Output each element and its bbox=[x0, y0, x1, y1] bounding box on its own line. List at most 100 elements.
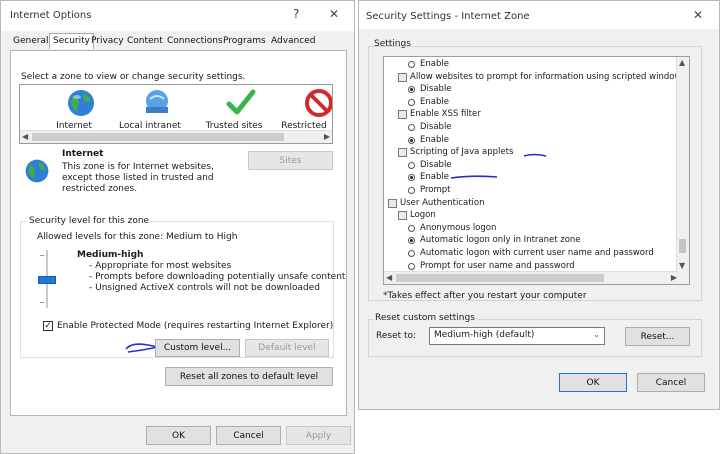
tab-advanced[interactable]: Advanced bbox=[271, 36, 315, 46]
scroll-thumb[interactable] bbox=[396, 274, 604, 282]
settings-vertical-scrollbar[interactable]: ▲ ▼ bbox=[676, 57, 689, 284]
title-bar: Security Settings - Internet Zone ✕ bbox=[359, 1, 719, 29]
radio-button[interactable] bbox=[408, 86, 415, 94]
window-title: Security Settings - Internet Zone bbox=[366, 11, 530, 22]
scroll-left-icon[interactable]: ◀ bbox=[22, 132, 28, 141]
checkmark-icon: ✓ bbox=[44, 321, 52, 331]
protected-mode-checkbox[interactable]: ✓ bbox=[43, 321, 53, 331]
radio-button[interactable] bbox=[408, 61, 415, 68]
radio-button[interactable] bbox=[408, 174, 415, 182]
settings-item-label: Anonymous logon bbox=[420, 222, 497, 233]
settings-item-label: Automatic logon with current user name a… bbox=[420, 248, 654, 258]
pen-underline-annotation bbox=[523, 153, 547, 157]
cancel-button[interactable]: Cancel bbox=[216, 426, 281, 445]
radio-button[interactable] bbox=[408, 224, 415, 232]
restricted-icon bbox=[305, 89, 332, 117]
security-settings-window: Security Settings - Internet Zone ✕ Sett… bbox=[358, 0, 720, 410]
zone-local-intranet[interactable]: Local intranet bbox=[119, 87, 181, 131]
settings-item-label: User Authentication bbox=[400, 197, 485, 208]
settings-item-label: Automatic logon only in Intranet zone bbox=[420, 235, 581, 246]
reset-to-select[interactable]: Medium-high (default) ⌄ bbox=[429, 327, 605, 345]
zone-trusted-sites[interactable]: Trusted sites bbox=[204, 87, 264, 131]
chevron-down-icon: ⌄ bbox=[593, 330, 600, 339]
custom-level-button[interactable]: Custom level... bbox=[155, 339, 240, 357]
restart-note: *Takes effect after you restart your com… bbox=[383, 291, 587, 301]
title-bar: Internet Options ? ✕ bbox=[1, 1, 354, 31]
allowed-levels-text: Allowed levels for this zone: Medium to … bbox=[37, 232, 238, 242]
zone-restricted[interactable]: Restricted bbox=[281, 87, 332, 131]
settings-group-icon bbox=[398, 72, 407, 82]
level-bullet: - Unsigned ActiveX controls will not be … bbox=[89, 283, 320, 293]
ok-button[interactable]: OK bbox=[559, 373, 627, 392]
scroll-down-icon[interactable]: ▼ bbox=[679, 261, 685, 270]
zone-list-scrollbar[interactable]: ◀ ▶ bbox=[20, 130, 332, 143]
settings-list: Enable Allow websites to prompt for infor… bbox=[383, 56, 690, 285]
scroll-thumb[interactable] bbox=[32, 133, 284, 141]
radio-button[interactable] bbox=[408, 187, 415, 194]
reset-to-value: Medium-high (default) bbox=[434, 330, 535, 340]
settings-item-label: Scripting of Java applets bbox=[410, 147, 514, 158]
radio-button[interactable] bbox=[408, 161, 415, 169]
pen-underline-annotation bbox=[450, 175, 498, 179]
default-level-button[interactable]: Default level bbox=[245, 339, 329, 357]
settings-item-label: Enable XSS filter bbox=[410, 109, 481, 120]
cancel-button[interactable]: Cancel bbox=[637, 373, 705, 392]
reset-button[interactable]: Reset... bbox=[625, 327, 690, 346]
scroll-left-icon[interactable]: ◀ bbox=[386, 273, 392, 282]
scroll-right-icon[interactable]: ▶ bbox=[671, 273, 677, 282]
radio-button[interactable] bbox=[408, 237, 415, 245]
settings-horizontal-scrollbar[interactable]: ◀ ▶ bbox=[384, 271, 679, 284]
tab-security[interactable]: Security bbox=[49, 33, 94, 49]
security-level-slider[interactable] bbox=[38, 250, 56, 308]
help-icon[interactable]: ? bbox=[293, 7, 299, 21]
scroll-up-icon[interactable]: ▲ bbox=[679, 58, 685, 67]
settings-item-label: Allow websites to prompt for information… bbox=[410, 71, 686, 82]
close-icon[interactable]: ✕ bbox=[329, 7, 339, 21]
scroll-thumb[interactable] bbox=[679, 239, 686, 253]
zone-list: Internet Local intranet Trusted sites Re… bbox=[19, 84, 333, 144]
globe-icon bbox=[68, 90, 94, 116]
radio-button[interactable] bbox=[408, 124, 415, 131]
tab-programs[interactable]: Programs bbox=[223, 36, 266, 46]
settings-item-label: Prompt bbox=[420, 185, 451, 195]
zone-internet[interactable]: Internet bbox=[44, 87, 104, 131]
apply-button[interactable]: Apply bbox=[286, 426, 351, 445]
radio-button[interactable] bbox=[408, 136, 415, 144]
zone-description-line: restricted zones. bbox=[62, 184, 138, 194]
radio-button[interactable] bbox=[408, 262, 415, 270]
settings-item-label: Enable bbox=[420, 134, 449, 145]
zone-name: Internet bbox=[62, 149, 104, 159]
window-title: Internet Options bbox=[10, 10, 92, 21]
network-icon bbox=[146, 90, 168, 113]
level-bullet: - Appropriate for most websites bbox=[89, 261, 232, 271]
settings-item-label: Logon bbox=[410, 210, 436, 221]
tab-privacy[interactable]: Privacy bbox=[91, 36, 124, 46]
select-zone-prompt: Select a zone to view or change security… bbox=[21, 72, 246, 82]
settings-item-label: Enable bbox=[420, 96, 449, 107]
internet-options-window: Internet Options ? ✕ General Security Pr… bbox=[0, 0, 355, 454]
ok-button[interactable]: OK bbox=[146, 426, 211, 445]
tab-general[interactable]: General bbox=[13, 36, 48, 46]
sites-button[interactable]: Sites bbox=[248, 151, 333, 170]
zone-description-line: except those listed in trusted and bbox=[62, 173, 214, 183]
tab-connections[interactable]: Connections bbox=[167, 36, 223, 46]
slider-thumb[interactable] bbox=[38, 276, 56, 284]
settings-item-label: Disable bbox=[420, 84, 452, 95]
protected-mode-label: Enable Protected Mode (requires restarti… bbox=[57, 321, 334, 331]
group-title: Reset custom settings bbox=[373, 313, 477, 323]
radio-button[interactable] bbox=[408, 98, 415, 106]
scroll-right-icon[interactable]: ▶ bbox=[324, 132, 330, 141]
reset-all-zones-button[interactable]: Reset all zones to default level bbox=[165, 367, 333, 386]
settings-item-label: Prompt for user name and password bbox=[420, 260, 575, 271]
checkmark-icon bbox=[226, 89, 256, 115]
level-bullet: - Prompts before downloading potentially… bbox=[89, 272, 346, 282]
radio-button[interactable] bbox=[408, 250, 415, 257]
reset-to-label: Reset to: bbox=[376, 331, 417, 341]
settings-item-label: Disable bbox=[420, 159, 452, 170]
settings-item-label: Disable bbox=[420, 122, 452, 132]
close-icon[interactable]: ✕ bbox=[693, 8, 703, 22]
user-icon bbox=[388, 198, 397, 208]
level-name: Medium-high bbox=[77, 250, 144, 260]
tab-content[interactable]: Content bbox=[127, 36, 163, 46]
settings-group-icon bbox=[398, 211, 407, 221]
